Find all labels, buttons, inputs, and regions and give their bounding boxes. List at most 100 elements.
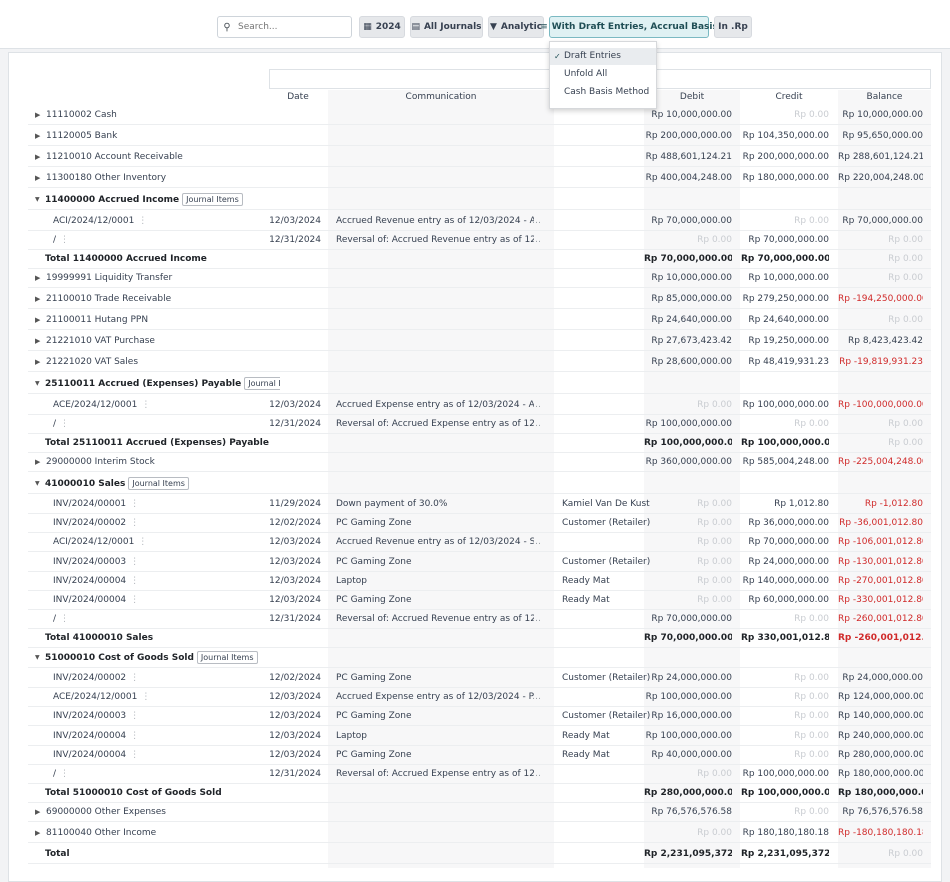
amount-balance[interactable]: Rp -225,004,248.00 (838, 453, 923, 471)
amount-credit[interactable] (741, 475, 829, 493)
amount-debit[interactable]: Rp 100,000,000.00 (644, 415, 732, 433)
amount-debit[interactable]: Rp 10,000,000.00 (644, 106, 732, 124)
search-box[interactable]: ⚲ (217, 16, 352, 38)
amount-credit[interactable]: Rp 585,004,248.00 (741, 453, 829, 471)
col-header-debit[interactable]: Debit (644, 92, 740, 102)
amount-balance[interactable]: Rp 220,004,248.00 (838, 169, 923, 187)
journal-line-row[interactable]: / ⋮ 12/31/2024 Reversal of: Accrued Revenue… (28, 231, 931, 250)
amount-balance[interactable]: Rp -194,250,000.00 (838, 290, 923, 308)
amount-balance[interactable]: Rp -180,180,180.18 (838, 824, 923, 842)
amount-debit[interactable]: Rp 0.00 (644, 514, 732, 532)
amount-debit[interactable]: Rp 400,004,248.00 (644, 169, 732, 187)
amount-debit[interactable]: Rp 0.00 (644, 396, 732, 414)
amount-debit[interactable]: Rp 16,000,000.00 (644, 707, 732, 725)
caret-right-icon[interactable]: ▶ (35, 311, 40, 329)
caret-right-icon[interactable]: ▶ (35, 803, 40, 821)
caret-down-icon[interactable]: ▼ (35, 475, 40, 493)
amount-debit[interactable] (644, 375, 732, 393)
caret-right-icon[interactable]: ▶ (35, 127, 40, 145)
search-input[interactable] (236, 21, 350, 33)
amount-credit[interactable]: Rp 0.00 (741, 746, 829, 764)
amount-balance[interactable]: Rp 288,601,124.21 (838, 148, 923, 166)
line-menu-icon[interactable]: ⋮ (130, 750, 139, 760)
caret-down-icon[interactable]: ▼ (35, 375, 40, 393)
journal-items-button[interactable]: Journal Items (182, 193, 243, 206)
amount-balance[interactable]: Rp 240,000,000.00 (838, 727, 923, 745)
amount-credit[interactable] (741, 375, 829, 393)
amount-debit[interactable]: Rp 24,000,000.00 (644, 669, 732, 687)
line-menu-icon[interactable]: ⋮ (60, 769, 69, 779)
line-menu-icon[interactable]: ⋮ (130, 499, 139, 509)
amount-credit[interactable]: Rp 0.00 (741, 803, 829, 821)
analytic-filter-button[interactable]: ▼ Analytic (488, 16, 544, 38)
journals-filter-button[interactable]: ▤ All Journals (410, 16, 483, 38)
account-row[interactable]: ▼ 25110011 Accrued (Expenses) Payable Jour… (28, 375, 931, 394)
caret-right-icon[interactable]: ▶ (35, 453, 40, 471)
line-menu-icon[interactable]: ⋮ (138, 537, 147, 547)
amount-balance[interactable]: Rp -330,001,012.80 (838, 591, 923, 609)
amount-debit[interactable] (644, 191, 732, 209)
amount-balance[interactable]: Rp 10,000,000.00 (838, 106, 923, 124)
line-menu-icon[interactable]: ⋮ (130, 518, 139, 528)
amount-balance[interactable]: Rp -19,819,931.23 (838, 353, 923, 371)
amount-credit[interactable]: Rp 0.00 (741, 415, 829, 433)
amount-credit[interactable] (741, 191, 829, 209)
amount-credit[interactable]: Rp 180,180,180.18 (741, 824, 829, 842)
amount-debit[interactable]: Rp 40,000,000.00 (644, 746, 732, 764)
caret-down-icon[interactable]: ▼ (35, 191, 40, 209)
amount-credit[interactable]: Rp 48,419,931.23 (741, 353, 829, 371)
amount-credit[interactable]: Rp 100,000,000.00 (741, 396, 829, 414)
amount-credit[interactable]: Rp 180,000,000.00 (741, 169, 829, 187)
caret-right-icon[interactable]: ▶ (35, 148, 40, 166)
line-menu-icon[interactable]: ⋮ (141, 400, 150, 410)
line-menu-icon[interactable]: ⋮ (130, 557, 139, 567)
amount-debit[interactable]: Rp 27,673,423.42 (644, 332, 732, 350)
journal-line-row[interactable]: / ⋮ 12/31/2024 Reversal of: Accrued Expense… (28, 765, 931, 784)
caret-right-icon[interactable]: ▶ (35, 824, 40, 842)
line-menu-icon[interactable]: ⋮ (130, 711, 139, 721)
account-row[interactable]: ▼ 11400000 Accrued Income Journal Items (28, 191, 931, 210)
amount-balance[interactable]: Rp 0.00 (838, 231, 923, 249)
currency-filter-button[interactable]: In .Rp (714, 16, 752, 38)
col-header-balance[interactable]: Balance (838, 92, 931, 102)
amount-balance[interactable]: Rp 76,576,576.58 (838, 803, 923, 821)
amount-debit[interactable]: Rp 85,000,000.00 (644, 290, 732, 308)
amount-debit[interactable]: Rp 0.00 (644, 824, 732, 842)
amount-credit[interactable] (741, 649, 829, 667)
amount-debit[interactable]: Rp 70,000,000.00 (644, 212, 732, 230)
account-row[interactable]: ▶ 19999991 Liquidity Transfer Rp 10,000,00… (28, 269, 931, 288)
journal-line-row[interactable]: / ⋮ 12/31/2024 Reversal of: Accrued Expense… (28, 415, 931, 434)
amount-balance[interactable]: Rp -270,001,012.80 (838, 572, 923, 590)
journal-line-row[interactable]: INV/2024/00001 ⋮ 11/29/2024 Down payment of… (28, 495, 931, 514)
amount-balance[interactable]: Rp -36,001,012.80 (838, 514, 923, 532)
amount-balance[interactable] (838, 475, 923, 493)
amount-credit[interactable]: Rp 104,350,000.00 (741, 127, 829, 145)
amount-balance[interactable]: Rp 0.00 (838, 415, 923, 433)
amount-balance[interactable]: Rp 124,000,000.00 (838, 688, 923, 706)
caret-right-icon[interactable]: ▶ (35, 269, 40, 287)
account-row[interactable]: ▶ 11110002 Cash Rp 10,000,000.00 Rp 0.00 Rp … (28, 106, 931, 125)
journal-line-row[interactable]: INV/2024/00004 ⋮ 12/03/2024 PC Gaming Zone R… (28, 591, 931, 610)
account-row[interactable]: ▶ 29000000 Interim Stock Rp 360,000,000.00… (28, 453, 931, 472)
journal-line-row[interactable]: INV/2024/00004 ⋮ 12/03/2024 Laptop Ready Mat… (28, 727, 931, 746)
amount-credit[interactable]: Rp 36,000,000.00 (741, 514, 829, 532)
amount-credit[interactable]: Rp 0.00 (741, 106, 829, 124)
amount-debit[interactable]: Rp 0.00 (644, 765, 732, 783)
amount-credit[interactable]: Rp 0.00 (741, 688, 829, 706)
caret-right-icon[interactable]: ▶ (35, 169, 40, 187)
amount-credit[interactable]: Rp 60,000,000.00 (741, 591, 829, 609)
amount-debit[interactable]: Rp 100,000,000.00 (644, 688, 732, 706)
amount-credit[interactable]: Rp 70,000,000.00 (741, 533, 829, 551)
amount-balance[interactable]: Rp 24,000,000.00 (838, 669, 923, 687)
account-row[interactable]: ▶ 81100040 Other Income Rp 0.00 Rp 180,180,… (28, 824, 931, 843)
amount-debit[interactable]: Rp 0.00 (644, 591, 732, 609)
amount-credit[interactable]: Rp 70,000,000.00 (741, 231, 829, 249)
amount-balance[interactable] (838, 375, 923, 393)
journal-line-row[interactable]: INV/2024/00004 ⋮ 12/03/2024 PC Gaming Zone R… (28, 746, 931, 765)
line-menu-icon[interactable]: ⋮ (60, 419, 69, 429)
amount-credit[interactable]: Rp 100,000,000.00 (741, 765, 829, 783)
journal-line-row[interactable]: ACI/2024/12/0001 ⋮ 12/03/2024 Accrued Reven… (28, 533, 931, 552)
journal-line-row[interactable]: / ⋮ 12/31/2024 Reversal of: Accrued Revenue… (28, 610, 931, 629)
amount-credit[interactable]: Rp 19,250,000.00 (741, 332, 829, 350)
amount-credit[interactable]: Rp 24,640,000.00 (741, 311, 829, 329)
